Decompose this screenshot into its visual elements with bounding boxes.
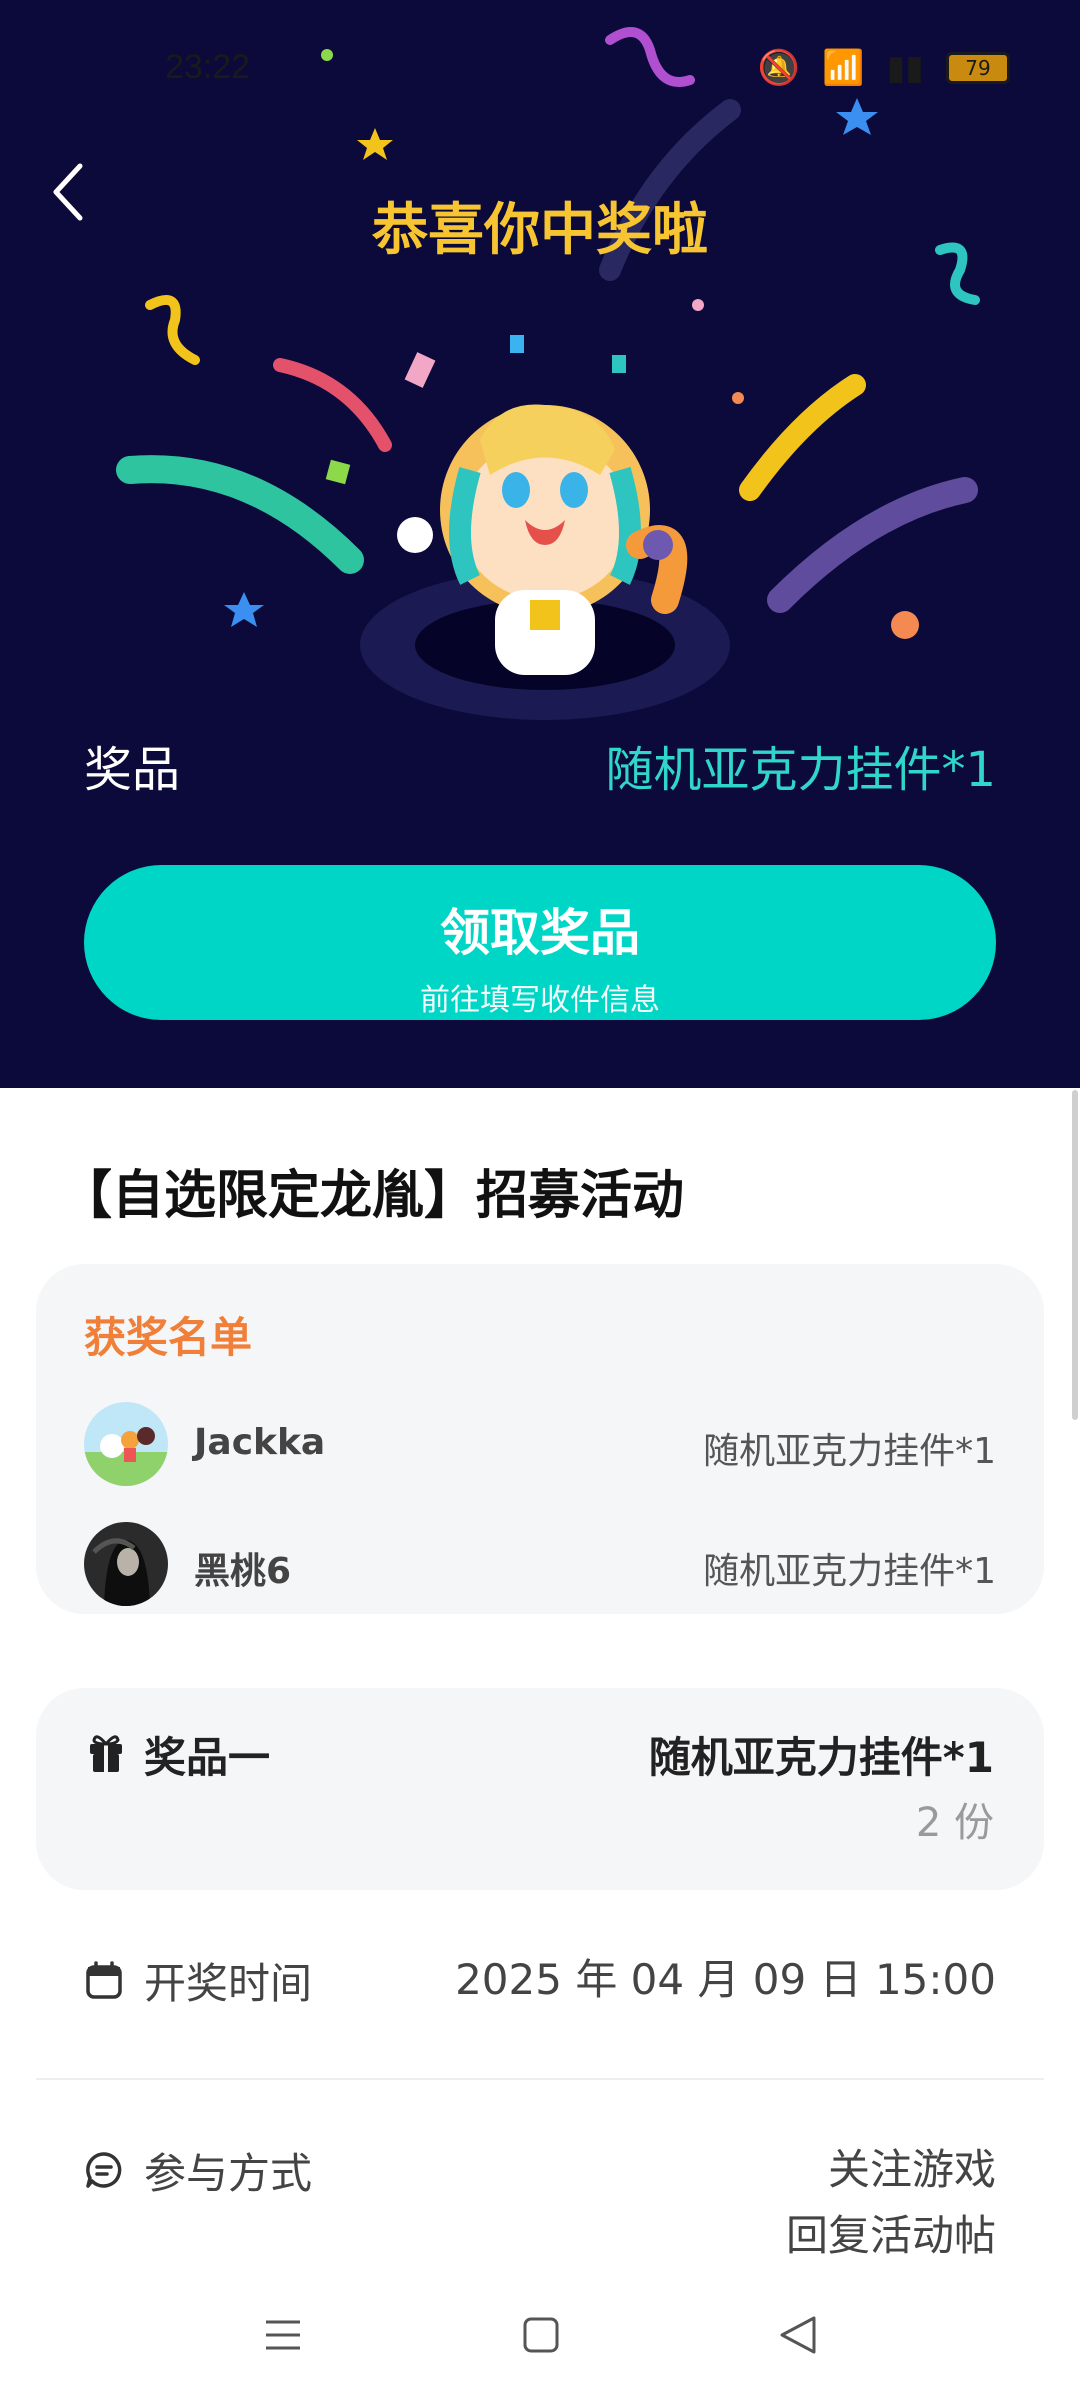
claim-prize-button[interactable]: 领取奖品 前往填写收件信息	[84, 865, 996, 1020]
award-label: 奖品一	[144, 1733, 271, 1782]
claim-prize-sublabel: 前往填写收件信息	[420, 983, 660, 1018]
back-triangle-icon[interactable]	[774, 2310, 824, 2360]
avatar	[84, 1402, 168, 1486]
award-count: 2 份	[915, 1800, 994, 1846]
winner-prize: 随机亚克力挂件*1	[703, 1551, 996, 1592]
participation-label: 参与方式	[144, 2149, 313, 2198]
winners-title: 获奖名单	[84, 1313, 253, 1362]
award-prize: 随机亚克力挂件*1	[648, 1733, 994, 1782]
system-nav-bar	[0, 2290, 1080, 2380]
calendar-icon	[86, 1961, 122, 1999]
winner-prize: 随机亚克力挂件*1	[703, 1431, 996, 1472]
claim-prize-label: 领取奖品	[440, 904, 640, 962]
gift-icon	[90, 1735, 122, 1772]
menu-icon[interactable]	[258, 2310, 308, 2360]
status-bar: 23:22 🔕 📶 ▮▮ 79	[0, 48, 1080, 88]
prize-row: 奖品 随机亚克力挂件*1	[84, 730, 996, 800]
prize-label: 奖品	[84, 742, 181, 798]
winner-name: 黑桃6	[194, 1551, 292, 1592]
congrats-title: 恭喜你中奖啦	[372, 198, 708, 263]
participation-row: 参与方式 关注游戏 回复活动帖	[84, 2140, 996, 2260]
winner-name: Jackka	[194, 1422, 326, 1463]
award-card: 奖品一 随机亚克力挂件*1 2 份	[36, 1688, 1044, 1890]
hero-banner: 23:22 🔕 📶 ▮▮ 79 恭喜你中奖啦 奖品 随机亚克力挂件*1 领取奖品…	[0, 0, 1080, 1088]
status-time: 23:22	[165, 48, 251, 86]
divider	[36, 2078, 1044, 2080]
scrollbar[interactable]	[1072, 1090, 1078, 1420]
home-square-icon[interactable]	[516, 2310, 566, 2360]
winner-row[interactable]: 黑桃6 随机亚克力挂件*1	[84, 1522, 996, 1606]
event-details-sheet: 【自选限定龙胤】招募活动 获奖名单 Jackka 随机亚克力挂件*1 黑桃6 随…	[0, 1088, 1080, 2400]
wifi-icon: 📶	[822, 48, 865, 88]
signal-icon: ▮▮	[886, 48, 924, 88]
draw-time-row: 开奖时间 2025 年 04 月 09 日 15:00	[84, 1950, 996, 2010]
participation-step-reply: 回复活动帖	[785, 2211, 996, 2260]
draw-time-value: 2025 年 04 月 09 日 15:00	[455, 1955, 996, 2004]
event-title: 【自选限定龙胤】招募活动	[60, 1166, 685, 1226]
battery-icon: 79	[946, 52, 1010, 84]
chat-bubble-icon	[86, 2152, 122, 2188]
winner-row[interactable]: Jackka 随机亚克力挂件*1	[84, 1402, 996, 1486]
prize-value: 随机亚克力挂件*1	[605, 742, 996, 798]
avatar	[84, 1522, 168, 1606]
mute-icon: 🔕	[757, 48, 801, 88]
participation-step-follow: 关注游戏	[827, 2145, 996, 2194]
draw-time-label: 开奖时间	[144, 1959, 313, 2008]
winners-card: 获奖名单 Jackka 随机亚克力挂件*1 黑桃6 随机亚克力挂件*1	[36, 1264, 1044, 1614]
